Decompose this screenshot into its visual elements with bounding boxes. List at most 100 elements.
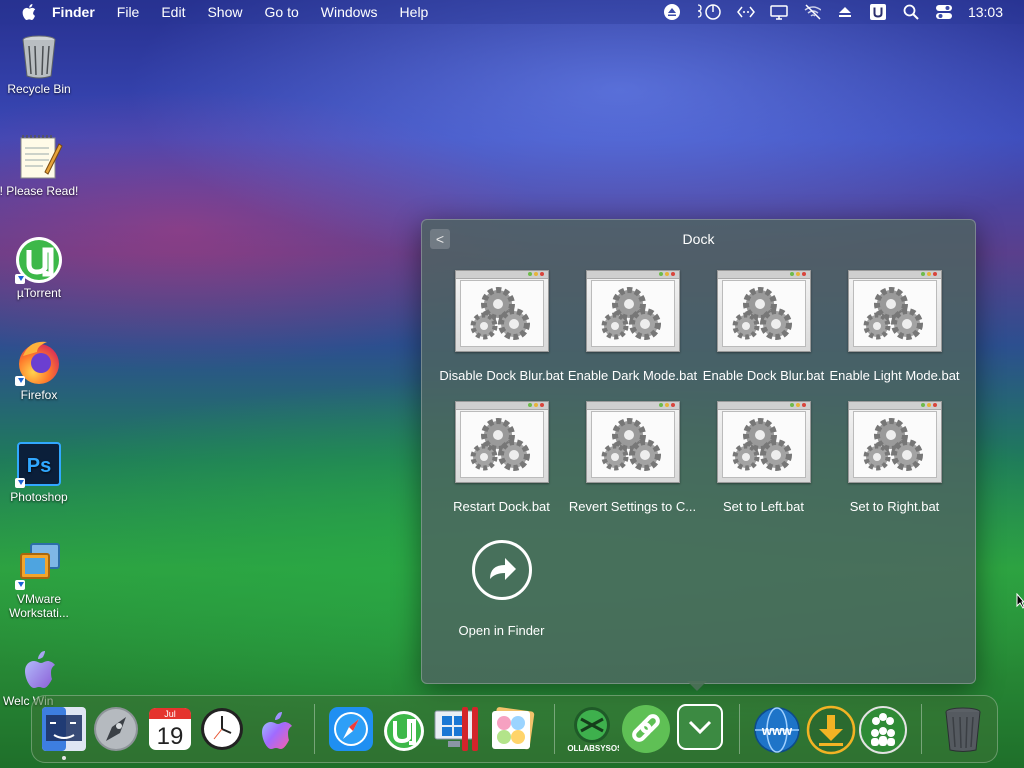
code-arrows-icon[interactable]: [736, 3, 755, 21]
menu-help[interactable]: Help: [400, 0, 429, 24]
dock-stack-popup: < Dock Disable Dock Blur.bat Enable Dark…: [421, 219, 976, 684]
open-in-finder-label: Open in Finder: [458, 623, 545, 638]
desktop-icon-utorrent[interactable]: µTorrent: [0, 236, 79, 300]
desktop-icon-photoshop[interactable]: Ps Photoshop: [0, 440, 79, 504]
eject-icon[interactable]: [663, 3, 681, 21]
dock-separator: [739, 704, 740, 754]
batch-file-icon: [847, 401, 942, 483]
menu-file[interactable]: File: [117, 0, 140, 24]
menu-windows[interactable]: Windows: [321, 0, 378, 24]
stack-item-label: Revert Settings to C...: [568, 499, 697, 514]
status-area: 13:03: [663, 0, 1024, 24]
stack-item-set-to-right[interactable]: Set to Right.bat: [829, 401, 960, 514]
stack-item-label: Set to Right.bat: [849, 499, 940, 514]
menu-go-to[interactable]: Go to: [265, 0, 299, 24]
svg-text:Ps: Ps: [27, 455, 51, 477]
desktop-icon-recycle-bin[interactable]: Recycle Bin: [0, 32, 79, 96]
stack-item-label: Disable Dock Blur.bat: [439, 368, 564, 383]
clock-icon[interactable]: [198, 705, 246, 753]
utorrent-icon[interactable]: [380, 705, 428, 753]
stack-item-enable-dark-mode[interactable]: Enable Dark Mode.bat: [567, 270, 698, 383]
menu-show[interactable]: Show: [207, 0, 242, 24]
stack-title: Dock: [682, 231, 715, 247]
vmware-icon: [15, 542, 63, 590]
calendar-icon[interactable]: Jul 19: [146, 705, 194, 753]
launchpad-icon[interactable]: [92, 705, 140, 753]
batch-file-icon: [454, 401, 549, 483]
shortcut-arrow-icon: [15, 580, 25, 590]
control-center-icon[interactable]: [935, 3, 953, 21]
finder-icon[interactable]: [40, 705, 88, 753]
download-icon[interactable]: [806, 705, 856, 755]
stack-item-label: Restart Dock.bat: [453, 499, 550, 514]
windows-display-icon[interactable]: [432, 705, 480, 753]
power-icon[interactable]: [696, 3, 722, 21]
desktop-icon-label: VMware Workstati...: [9, 592, 69, 620]
stack-item-label: Set to Left.bat: [723, 499, 804, 514]
desktop-icon-please-read[interactable]: ! Please Read!: [0, 134, 79, 198]
www-icon[interactable]: www: [752, 705, 800, 753]
stack-item-label: Enable Dark Mode.bat: [567, 368, 698, 383]
open-in-finder-icon: [471, 540, 532, 600]
stack-item-enable-dock-blur[interactable]: Enable Dock Blur.bat: [698, 270, 829, 383]
stack-item-disable-dock-blur[interactable]: Disable Dock Blur.bat: [436, 270, 567, 383]
display-icon[interactable]: [770, 3, 788, 21]
desktop-icon-label: Photoshop: [10, 490, 68, 504]
u-badge-icon[interactable]: [869, 3, 887, 21]
shortcut-arrow-icon: [15, 376, 25, 386]
batch-file-icon: [847, 270, 942, 352]
desktop-icon-label: µTorrent: [16, 286, 62, 300]
stack-item-restart-dock[interactable]: Restart Dock.bat: [436, 401, 567, 514]
open-in-finder-button[interactable]: Open in Finder: [436, 540, 567, 638]
wifi-off-icon[interactable]: [803, 3, 821, 21]
running-indicator: [62, 756, 66, 760]
batch-file-icon: [454, 270, 549, 352]
calendar-month: Jul: [164, 709, 176, 719]
batch-file-icon: [585, 270, 680, 352]
stack-chevron-icon[interactable]: [676, 703, 724, 751]
desktop-icon-label: ! Please Read!: [0, 184, 79, 198]
apple-menu-icon[interactable]: [20, 3, 38, 21]
collabsysos-icon[interactable]: COLLABSYSOS: [562, 705, 623, 753]
stack-pointer-arrow: [687, 681, 707, 691]
siri-icon[interactable]: [252, 705, 300, 753]
mouse-cursor-icon: [1016, 592, 1024, 614]
apple-icon: [15, 644, 63, 692]
safari-icon[interactable]: [327, 705, 375, 753]
calendar-day: 19: [157, 723, 184, 750]
desktop-icon-label: Recycle Bin: [7, 82, 71, 96]
recycle-bin-icon: [15, 32, 63, 80]
batch-file-icon: [585, 401, 680, 483]
stack-item-set-to-left[interactable]: Set to Left.bat: [698, 401, 829, 514]
desktop-icon-vmware[interactable]: VMware Workstati...: [0, 542, 79, 620]
stack-item-revert-settings[interactable]: Revert Settings to C...: [567, 401, 698, 514]
batch-file-icon: [716, 401, 811, 483]
www-label: www: [761, 723, 793, 738]
photos-icon[interactable]: [488, 705, 536, 753]
utorrent-icon: [15, 236, 63, 284]
link-icon[interactable]: [620, 705, 670, 753]
desktop-icon-firefox[interactable]: Firefox: [0, 338, 79, 402]
shortcut-arrow-icon: [15, 274, 25, 284]
stack-item-label: Enable Light Mode.bat: [829, 368, 960, 383]
dock: Jul 19 OLLABSYSO www: [31, 695, 998, 763]
batch-file-icon: [716, 270, 811, 352]
menu-bar: Finder File Edit Show Go to Windows Help: [0, 0, 1024, 24]
notepad-icon: [15, 134, 63, 182]
eject-icon[interactable]: [836, 3, 854, 21]
stack-item-enable-light-mode[interactable]: Enable Light Mode.bat: [829, 270, 960, 383]
search-icon[interactable]: [902, 3, 920, 21]
dock-separator: [554, 704, 555, 754]
trash-icon[interactable]: [939, 705, 987, 753]
firefox-icon: [15, 338, 63, 386]
desktop-icon-label: Firefox: [20, 388, 58, 402]
menu-edit[interactable]: Edit: [161, 0, 185, 24]
stack-item-label: Enable Dock Blur.bat: [702, 368, 825, 383]
menu-clock[interactable]: 13:03: [968, 4, 1003, 20]
dock-separator: [921, 704, 922, 754]
menu-app-name[interactable]: Finder: [52, 0, 95, 24]
dock-separator: [314, 704, 315, 754]
shortcut-arrow-icon: [15, 478, 25, 488]
collabsysos-label: COLLABSYSOS: [567, 744, 619, 753]
people-icon[interactable]: [858, 705, 907, 754]
